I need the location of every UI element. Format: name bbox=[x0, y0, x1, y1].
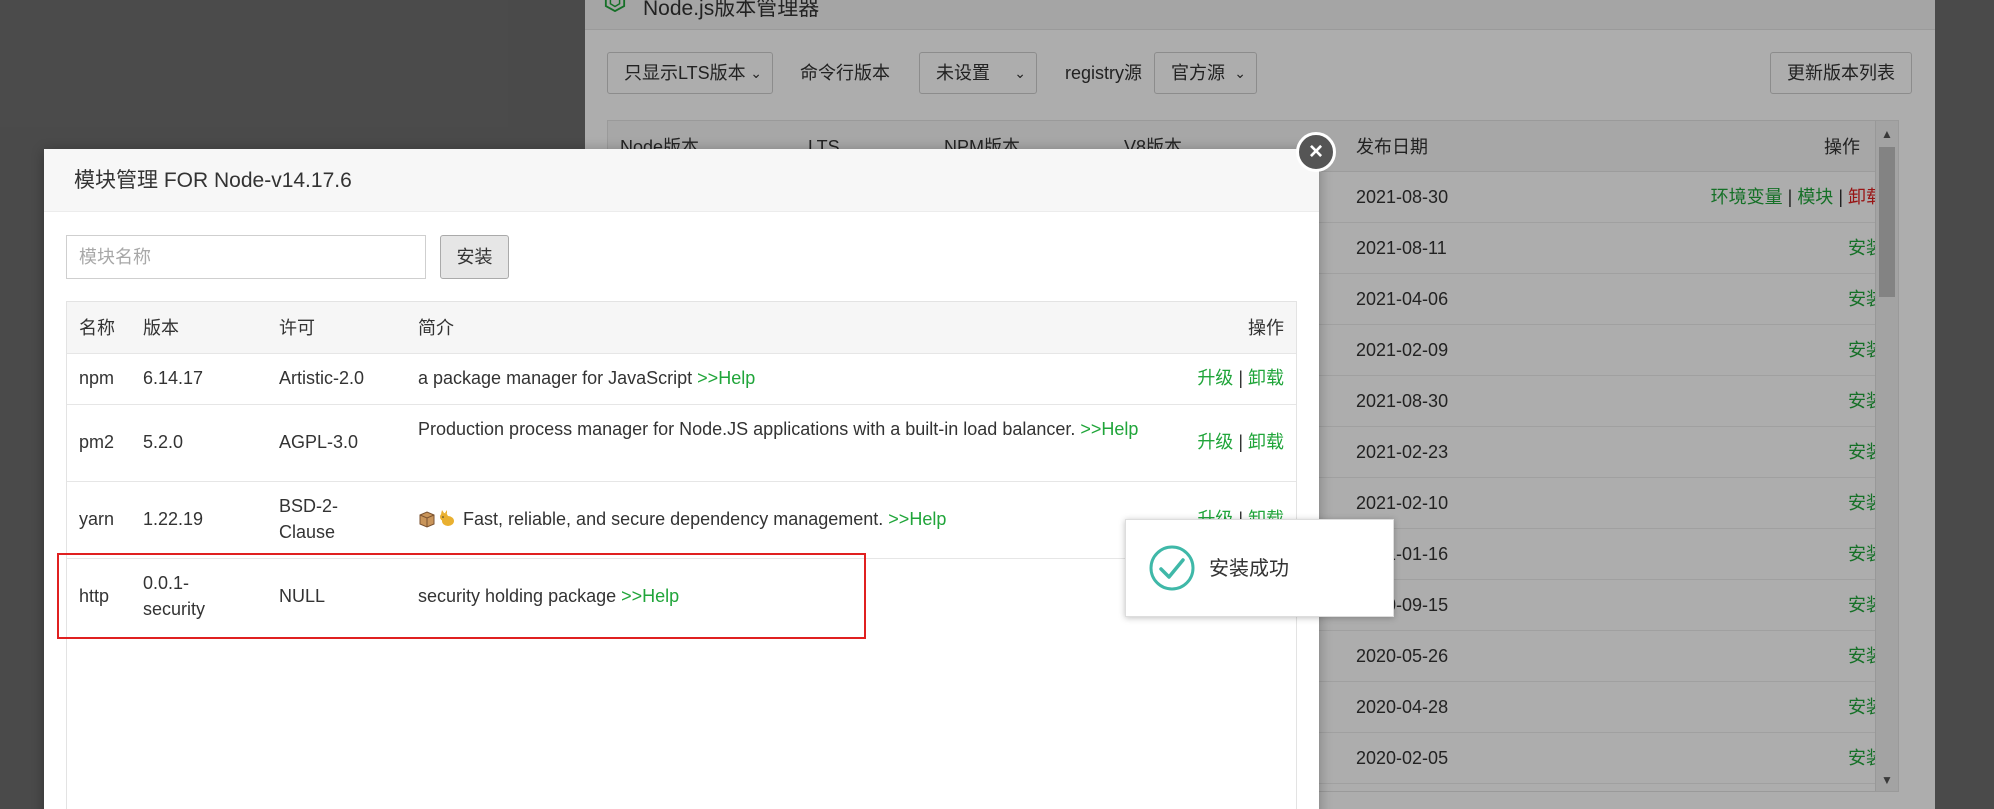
modal-title: 模块管理 FOR Node-v14.17.6 bbox=[74, 169, 352, 192]
module-name-input[interactable] bbox=[66, 235, 426, 279]
module-name: npm bbox=[79, 368, 115, 388]
cat-icon bbox=[440, 510, 454, 526]
module-version: 5.2.0 bbox=[143, 432, 184, 452]
toast-message: 安装成功 bbox=[1209, 558, 1289, 580]
module-license: AGPL-3.0 bbox=[279, 432, 359, 452]
module-description: Fast, reliable, and secure dependency ma… bbox=[418, 506, 946, 532]
module-row-npm: npm 6.14.17 Artistic-2.0 a package manag… bbox=[67, 353, 1296, 405]
success-toast: 安装成功 bbox=[1125, 519, 1394, 617]
module-name: yarn bbox=[79, 509, 115, 529]
module-table-header: 名称 版本 许可 简介 操作 bbox=[67, 302, 1296, 354]
module-license: BSD-2- Clause bbox=[279, 493, 338, 545]
help-link[interactable]: >>Help bbox=[1080, 419, 1138, 439]
module-description: a package manager for JavaScript >>Help bbox=[418, 365, 755, 391]
separator: | bbox=[1238, 432, 1243, 452]
col-license: 许可 bbox=[279, 318, 315, 338]
close-icon: × bbox=[1308, 138, 1323, 165]
module-name: pm2 bbox=[79, 432, 115, 452]
license-line: Clause bbox=[279, 522, 336, 542]
col-description: 简介 bbox=[418, 318, 454, 338]
col-operations: 操作 bbox=[1248, 318, 1284, 338]
help-link[interactable]: >>Help bbox=[697, 368, 755, 388]
module-row-pm2: pm2 5.2.0 AGPL-3.0 Production process ma… bbox=[67, 404, 1296, 482]
module-operations: 升级|卸载 bbox=[1197, 429, 1284, 455]
module-description: Production process manager for Node.JS a… bbox=[418, 416, 1158, 442]
help-link[interactable]: >>Help bbox=[888, 509, 946, 529]
module-license: Artistic-2.0 bbox=[279, 368, 365, 388]
description-text: Production process manager for Node.JS a… bbox=[418, 419, 1076, 439]
module-operations: 升级|卸载 bbox=[1197, 365, 1284, 391]
module-version: 1.22.19 bbox=[143, 509, 204, 529]
install-module-button[interactable]: 安装 bbox=[440, 235, 509, 279]
license-line: BSD-2- bbox=[279, 496, 339, 516]
highlight-box bbox=[57, 553, 866, 639]
package-box-icon bbox=[419, 511, 435, 528]
upgrade-link[interactable]: 升级 bbox=[1197, 368, 1233, 388]
module-row-yarn: yarn 1.22.19 BSD-2- Clause Fast, reliabl… bbox=[67, 481, 1296, 559]
col-version: 版本 bbox=[143, 318, 179, 338]
description-text: Fast, reliable, and secure dependency ma… bbox=[463, 509, 884, 529]
upgrade-link[interactable]: 升级 bbox=[1197, 432, 1233, 452]
success-check-icon bbox=[1149, 545, 1195, 591]
modal-header: 模块管理 FOR Node-v14.17.6 bbox=[44, 149, 1319, 212]
module-manager-modal: 模块管理 FOR Node-v14.17.6 安装 名称 版本 许可 简介 操作… bbox=[44, 149, 1319, 809]
close-modal-button[interactable]: × bbox=[1296, 132, 1336, 172]
description-text: a package manager for JavaScript bbox=[418, 368, 693, 388]
uninstall-link[interactable]: 卸载 bbox=[1248, 432, 1284, 452]
uninstall-link[interactable]: 卸载 bbox=[1248, 368, 1284, 388]
separator: | bbox=[1238, 368, 1243, 388]
module-version: 6.14.17 bbox=[143, 368, 204, 388]
col-name: 名称 bbox=[79, 318, 115, 338]
